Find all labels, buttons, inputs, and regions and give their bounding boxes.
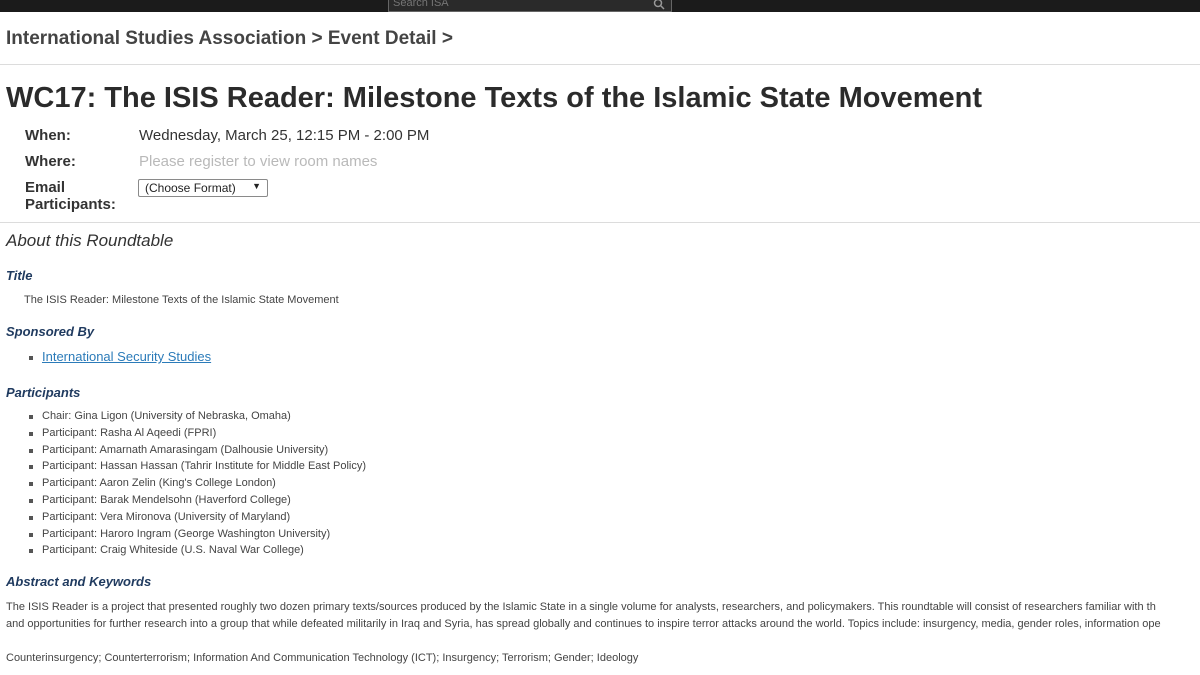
abstract-line: The ISIS Reader is a project that presen… <box>6 601 1156 613</box>
where-value: Please register to view room names <box>139 153 378 170</box>
keywords-text: Counterinsurgency; Counterterrorism; Inf… <box>6 652 639 664</box>
participants-heading: Participants <box>6 385 81 400</box>
search-input[interactable] <box>391 0 643 11</box>
participant-item: Participant: Hassan Hassan (Tahrir Insti… <box>24 458 366 475</box>
abstract-text: The ISIS Reader is a project that presen… <box>6 599 1200 632</box>
search-box[interactable] <box>388 0 672 12</box>
participant-item: Participant: Aaron Zelin (King's College… <box>24 475 366 492</box>
participant-item: Participant: Vera Mironova (University o… <box>24 509 366 526</box>
email-format-value: (Choose Format) <box>145 181 236 195</box>
when-value: Wednesday, March 25, 12:15 PM - 2:00 PM <box>139 127 430 144</box>
email-participants-label: Email Participants: <box>25 179 116 213</box>
email-label-line2: Participants: <box>25 196 116 213</box>
participant-item: Participant: Craig Whiteside (U.S. Naval… <box>24 542 366 559</box>
about-heading: About this Roundtable <box>6 231 174 250</box>
participant-item: Chair: Gina Ligon (University of Nebrask… <box>24 408 366 425</box>
breadcrumb[interactable]: International Studies Association > Even… <box>6 28 453 50</box>
participant-item: Participant: Haroro Ingram (George Washi… <box>24 526 366 543</box>
participant-item: Participant: Amarnath Amarasingam (Dalho… <box>24 442 366 459</box>
sponsor-list: International Security Studies <box>24 349 211 365</box>
title-heading: Title <box>6 268 33 283</box>
abstract-line: and opportunities for further research i… <box>6 617 1161 630</box>
where-label: Where: <box>25 153 76 170</box>
divider <box>0 64 1200 65</box>
email-format-select[interactable]: (Choose Format) ▼ <box>138 179 268 197</box>
page-title: WC17: The ISIS Reader: Milestone Texts o… <box>6 82 983 114</box>
sponsor-item: International Security Studies <box>24 349 211 365</box>
sponsored-heading: Sponsored By <box>6 324 95 339</box>
email-label-line1: Email <box>25 179 66 196</box>
participant-item: Participant: Rasha Al Aqeedi (FPRI) <box>24 425 366 442</box>
divider <box>0 222 1200 223</box>
participant-item: Participant: Barak Mendelsohn (Haverford… <box>24 492 366 509</box>
sponsor-link[interactable]: International Security Studies <box>42 349 211 364</box>
when-label: When: <box>25 127 71 144</box>
dropdown-arrow-icon: ▼ <box>252 181 261 191</box>
participants-list: Chair: Gina Ligon (University of Nebrask… <box>24 408 366 559</box>
title-value: The ISIS Reader: Milestone Texts of the … <box>24 294 339 306</box>
search-icon[interactable] <box>653 0 665 10</box>
abstract-heading: Abstract and Keywords <box>6 574 152 589</box>
